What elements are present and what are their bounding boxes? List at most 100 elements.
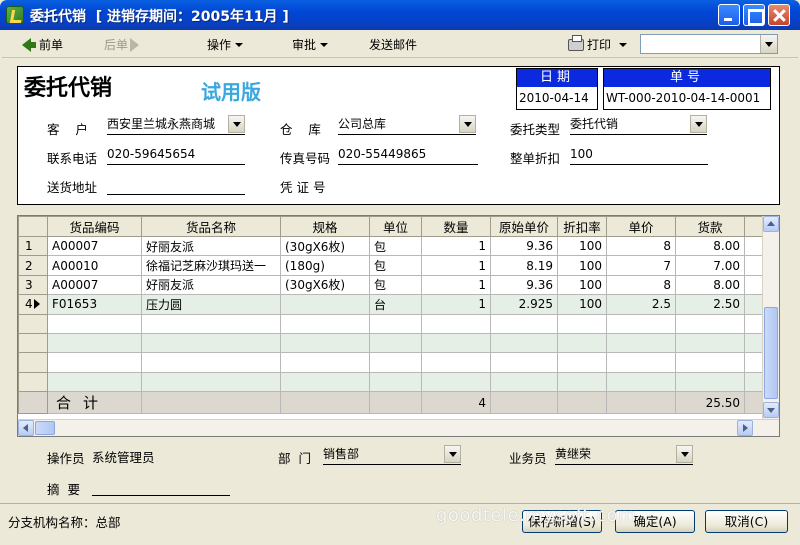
scroll-up-icon[interactable] [763, 216, 779, 232]
salesman-field[interactable]: 黄继荣 [555, 445, 693, 465]
column-header[interactable]: 单位 [369, 216, 422, 237]
operate-menu[interactable]: 操作 [207, 36, 244, 53]
scroll-down-icon[interactable] [763, 402, 779, 418]
cell-rate[interactable]: 100 [557, 274, 607, 296]
discount-field[interactable]: 100 [570, 145, 708, 165]
warehouse-field[interactable]: 公司总库 [338, 115, 476, 135]
cell-price[interactable]: 2.5 [606, 294, 676, 315]
column-header[interactable]: 货品编码 [47, 216, 142, 237]
column-header[interactable]: 原始单价 [490, 216, 558, 237]
phone-field[interactable]: 020-59645654 [107, 145, 245, 165]
chevron-down-icon [619, 43, 628, 47]
column-header[interactable]: 货品名称 [141, 216, 281, 237]
scroll-left-icon[interactable] [18, 420, 34, 436]
next-record-button[interactable]: 后单 [104, 36, 140, 53]
cell-spec[interactable]: (30gX6枚) [280, 274, 370, 296]
row-number: 4 [18, 294, 48, 315]
vertical-scrollbar[interactable] [762, 216, 779, 419]
cell-rate[interactable]: 100 [557, 255, 607, 276]
grid-header-row: 货品编码 货品名称 规格 单位 数量 原始单价 折扣率 单价 货款 [18, 216, 765, 237]
empty-row[interactable] [18, 371, 765, 393]
chevron-down-icon[interactable] [459, 115, 476, 133]
cell-code[interactable]: F01653 [47, 294, 142, 315]
empty-row[interactable] [18, 332, 765, 354]
cell-rate[interactable]: 100 [557, 294, 607, 315]
vertical-scroll-thumb[interactable] [764, 307, 778, 399]
column-header[interactable]: 数量 [421, 216, 491, 237]
cell-unit[interactable]: 包 [369, 274, 422, 296]
cancel-button[interactable]: 取消(C) [705, 510, 788, 533]
column-header[interactable]: 折扣率 [557, 216, 607, 237]
column-header[interactable]: 货款 [675, 216, 745, 237]
cell-spec[interactable]: (180g) [280, 255, 370, 276]
column-header[interactable]: 规格 [280, 216, 370, 237]
date-box: 日期 2010-04-14 [516, 68, 598, 110]
cell-orig-price[interactable]: 9.36 [490, 274, 558, 296]
total-label: 合计 [47, 391, 142, 415]
cell-name[interactable]: 好丽友派 [141, 235, 281, 257]
cell-unit[interactable]: 包 [369, 255, 422, 276]
send-mail-button[interactable]: 发送邮件 [369, 36, 417, 53]
cell-code[interactable]: A00007 [47, 235, 142, 257]
cell-qty[interactable]: 1 [421, 274, 491, 296]
cell-name[interactable]: 徐福记芝麻沙琪玛送一 [141, 255, 281, 276]
cell-rate[interactable]: 100 [557, 235, 607, 257]
watermark: goodtele.mysoft.com [436, 505, 637, 526]
cell-name[interactable]: 压力圆 [141, 294, 281, 315]
cell-unit[interactable]: 台 [369, 294, 422, 315]
approve-menu[interactable]: 审批 [292, 36, 329, 53]
cell-name[interactable]: 好丽友派 [141, 274, 281, 296]
minimize-button[interactable] [718, 4, 740, 26]
cell-code[interactable]: A00007 [47, 274, 142, 296]
table-row[interactable]: 3 A00007 好丽友派 (30gX6枚) 包 1 9.36 100 8 8.… [18, 274, 765, 296]
operator-label: 操作员 [47, 451, 85, 466]
type-field[interactable]: 委托代销 [570, 115, 707, 135]
prev-record-button[interactable]: 前单 [22, 36, 63, 53]
cell-price[interactable]: 8 [606, 235, 676, 257]
horizontal-scroll-thumb[interactable] [35, 421, 55, 435]
table-row-current[interactable]: 4 F01653 压力圆 台 1 2.925 100 2.5 2.50 [18, 294, 765, 315]
customer-field[interactable]: 西安里兰城永燕商城 [107, 115, 245, 135]
print-button[interactable]: 打印 [568, 35, 628, 53]
print-template-select[interactable] [640, 34, 778, 54]
address-field[interactable] [107, 175, 245, 195]
empty-row[interactable] [18, 313, 765, 334]
number-value[interactable]: WT-000-2010-04-14-0001 [604, 87, 770, 109]
empty-row[interactable] [18, 352, 765, 373]
cell-code[interactable]: A00010 [47, 255, 142, 276]
maximize-button[interactable] [743, 4, 765, 26]
chevron-down-icon[interactable] [228, 115, 245, 133]
cell-qty[interactable]: 1 [421, 294, 491, 315]
cell-qty[interactable]: 1 [421, 235, 491, 257]
close-button[interactable] [768, 4, 790, 26]
cell-amount[interactable]: 8.00 [675, 274, 745, 296]
table-row[interactable]: 2 A00010 徐福记芝麻沙琪玛送一 (180g) 包 1 8.19 100 … [18, 255, 765, 276]
cell-orig-price[interactable]: 8.19 [490, 255, 558, 276]
date-value[interactable]: 2010-04-14 [517, 87, 597, 109]
cell-qty[interactable]: 1 [421, 255, 491, 276]
cell-amount[interactable]: 7.00 [675, 255, 745, 276]
chevron-down-icon[interactable] [690, 115, 707, 133]
cell-orig-price[interactable]: 2.925 [490, 294, 558, 315]
chevron-down-icon[interactable] [676, 445, 693, 463]
dept-field[interactable]: 销售部 [323, 445, 461, 465]
cell-price[interactable]: 8 [606, 274, 676, 296]
chevron-down-icon[interactable] [444, 445, 461, 463]
cell-spec[interactable] [280, 294, 370, 315]
toolbar: 前单 后单 操作 审批 发送邮件 打印 [2, 30, 798, 58]
chevron-down-icon[interactable] [760, 35, 777, 53]
column-header[interactable]: 单价 [606, 216, 676, 237]
table-row[interactable]: 1 A00007 好丽友派 (30gX6枚) 包 1 9.36 100 8 8.… [18, 235, 765, 257]
horizontal-scrollbar[interactable] [18, 419, 779, 436]
fax-field[interactable]: 020-55449865 [338, 145, 478, 165]
cell-amount[interactable]: 2.50 [675, 294, 745, 315]
summary-field[interactable] [92, 476, 230, 496]
cell-amount[interactable]: 8.00 [675, 235, 745, 257]
column-header-rowno [18, 216, 48, 237]
cell-price[interactable]: 7 [606, 255, 676, 276]
cell-spec[interactable]: (30gX6枚) [280, 235, 370, 257]
scroll-right-icon[interactable] [737, 420, 753, 436]
cell-unit[interactable]: 包 [369, 235, 422, 257]
items-grid: 货品编码 货品名称 规格 单位 数量 原始单价 折扣率 单价 货款 1 A000… [17, 215, 780, 437]
cell-orig-price[interactable]: 9.36 [490, 235, 558, 257]
